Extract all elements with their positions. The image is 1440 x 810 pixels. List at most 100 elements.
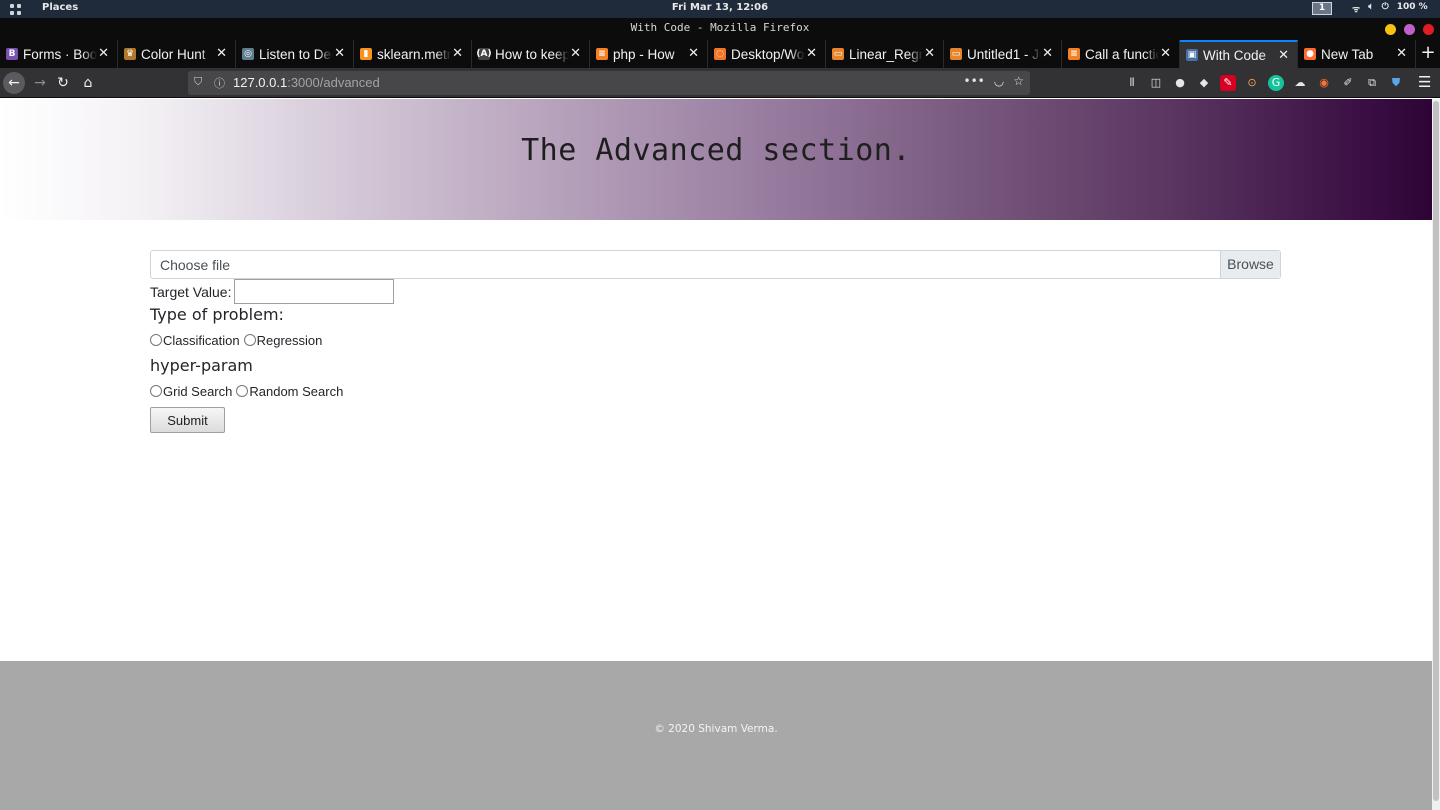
browser-tab[interactable]: ▭ Untitled1 - Jupyter✕ bbox=[944, 40, 1062, 68]
hyper-param-options: Grid Search Random Search bbox=[150, 378, 1281, 404]
footer-copyright: © 2020 Shivam Verma. bbox=[654, 723, 778, 735]
page-actions-icon[interactable]: ••• bbox=[964, 74, 985, 88]
reload-icon: ↻ bbox=[57, 75, 69, 91]
tab-label: With Code bbox=[1203, 47, 1267, 63]
close-tab-icon[interactable]: ✕ bbox=[1278, 48, 1289, 63]
grid-search-radio[interactable] bbox=[150, 385, 162, 397]
close-tab-icon[interactable]: ✕ bbox=[1160, 46, 1171, 61]
tab-label: sklearn.metrics bbox=[377, 46, 451, 62]
browser-tab[interactable]: ▭ Linear_Regression✕ bbox=[826, 40, 944, 68]
close-tab-icon[interactable]: ✕ bbox=[688, 46, 699, 61]
url-text[interactable]: 127.0.0.1:3000/advanced bbox=[233, 75, 380, 90]
browser-tab[interactable]: ≡ php - How ✕ bbox=[590, 40, 708, 68]
window-title: With Code - Mozilla Firefox bbox=[630, 21, 810, 34]
extension-owl-icon[interactable]: ⊙ bbox=[1244, 75, 1260, 91]
tab-label: Listen to Deep bbox=[259, 46, 333, 62]
bookmark-star-icon[interactable]: ☆ bbox=[1013, 74, 1024, 88]
classification-radio[interactable] bbox=[150, 334, 162, 346]
library-icon[interactable]: ⫴ bbox=[1124, 75, 1140, 91]
battery-level: 100 % bbox=[1396, 2, 1428, 12]
system-clock[interactable]: Fri Mar 13, 12:06 bbox=[0, 2, 1440, 13]
tab-label: Forms · Bootstrap bbox=[23, 46, 97, 62]
page-scrollbar[interactable] bbox=[1432, 99, 1440, 810]
extension-shield-icon[interactable]: ⛊ bbox=[1388, 75, 1404, 91]
browser-tab[interactable]: ≡ Call a function✕ bbox=[1062, 40, 1180, 68]
forward-button[interactable]: → bbox=[29, 72, 51, 94]
random-search-label[interactable]: Random Search bbox=[249, 384, 343, 399]
browser-tab[interactable]: ◎ Listen to Deep✕ bbox=[236, 40, 354, 68]
tracking-shield-icon[interactable]: ⛉ bbox=[194, 75, 202, 89]
site-info-icon[interactable]: ⓘ bbox=[214, 75, 225, 91]
volume-icon: 🔈︎ bbox=[1368, 2, 1374, 12]
account-icon[interactable]: ● bbox=[1172, 75, 1188, 91]
system-top-bar: Places Fri Mar 13, 12:06 1 ᯤ 🔈︎ ⏻ 100 % bbox=[0, 0, 1440, 18]
close-tab-icon[interactable]: ✕ bbox=[806, 46, 817, 61]
file-input[interactable]: Choose file Browse bbox=[150, 250, 1281, 279]
maximize-button[interactable] bbox=[1404, 24, 1415, 35]
sidebar-icon[interactable]: ◫ bbox=[1148, 75, 1164, 91]
target-value-input[interactable] bbox=[234, 279, 395, 304]
notebook-icon: ▭ bbox=[950, 48, 962, 60]
grammarly-icon[interactable]: G bbox=[1268, 75, 1284, 91]
close-tab-icon[interactable]: ✕ bbox=[570, 46, 581, 61]
sklearn-icon: ▮ bbox=[360, 48, 372, 60]
arrow-left-icon: ← bbox=[8, 75, 20, 91]
browse-button[interactable]: Browse bbox=[1220, 251, 1280, 278]
page-title: The Advanced section. bbox=[521, 133, 911, 168]
random-search-radio[interactable] bbox=[236, 385, 249, 397]
extension-copy-icon[interactable]: ⧉ bbox=[1364, 75, 1380, 91]
close-tab-icon[interactable]: ✕ bbox=[1396, 46, 1407, 61]
tab-label: How to keep bbox=[495, 46, 569, 62]
hero-banner: The Advanced section. bbox=[0, 99, 1432, 220]
close-window-button[interactable] bbox=[1423, 24, 1434, 35]
workspace-indicator[interactable]: 1 bbox=[1312, 2, 1332, 15]
browser-tab[interactable]: B Forms · Bootstrap✕ bbox=[0, 40, 118, 68]
submit-button[interactable]: Submit bbox=[150, 407, 225, 433]
window-title-bar: With Code - Mozilla Firefox bbox=[0, 18, 1440, 40]
reload-button[interactable]: ↻ bbox=[52, 72, 74, 94]
navigation-toolbar: ← → ↻ ⌂ ⛉ ⓘ 127.0.0.1:3000/advanced ••• … bbox=[0, 68, 1440, 98]
browser-tab[interactable]: ● New Tab ✕ bbox=[1298, 40, 1416, 68]
stackoverflow-icon: ≡ bbox=[596, 48, 608, 60]
hamburger-menu-icon[interactable]: ☰ bbox=[1418, 73, 1431, 91]
extension-dark-icon[interactable]: ◆ bbox=[1196, 75, 1212, 91]
tab-label: Color Hunt bbox=[141, 46, 206, 62]
tab-strip: BForms · Bootstrap✕♛Color Hunt✕◎Listen t… bbox=[0, 40, 1440, 68]
grid-search-label[interactable]: Grid Search bbox=[163, 384, 232, 399]
close-tab-icon[interactable]: ✕ bbox=[924, 46, 935, 61]
url-bar[interactable]: ⛉ ⓘ 127.0.0.1:3000/advanced ••• ◡ ☆ bbox=[188, 71, 1030, 95]
browser-tab[interactable]: ◌ Desktop/Work✕ bbox=[708, 40, 826, 68]
tab-label: Call a function bbox=[1085, 46, 1159, 62]
extension-pen-icon[interactable]: ✐ bbox=[1340, 75, 1356, 91]
problem-type-options: Classification Regression bbox=[150, 327, 1281, 353]
browser-tab[interactable]: ▮ sklearn.metrics✕ bbox=[354, 40, 472, 68]
browser-tab[interactable]: ♛ Color Hunt ✕ bbox=[118, 40, 236, 68]
regression-radio[interactable] bbox=[243, 334, 256, 346]
system-tray[interactable]: ᯤ 🔈︎ ⏻ 100 % bbox=[1352, 2, 1428, 15]
regression-label[interactable]: Regression bbox=[257, 333, 323, 348]
back-button[interactable]: ← bbox=[3, 72, 25, 94]
url-host: 127.0.0.1 bbox=[233, 75, 288, 90]
close-tab-icon[interactable]: ✕ bbox=[216, 46, 227, 61]
close-tab-icon[interactable]: ✕ bbox=[334, 46, 345, 61]
tab-label: php - How bbox=[613, 46, 675, 62]
classification-label[interactable]: Classification bbox=[163, 333, 240, 348]
scrollbar-thumb[interactable] bbox=[1433, 101, 1439, 801]
home-button[interactable]: ⌂ bbox=[77, 72, 99, 94]
extension-orange-icon[interactable]: ◉ bbox=[1316, 75, 1332, 91]
extension-red-icon[interactable]: ✎ bbox=[1220, 75, 1236, 91]
jupyter-icon: ◌ bbox=[714, 48, 726, 60]
pocket-icon[interactable]: ◡ bbox=[994, 74, 1004, 88]
new-tab-button[interactable]: + bbox=[1416, 40, 1440, 68]
tab-label: Untitled1 - Jupyter bbox=[967, 46, 1041, 62]
browser-tab[interactable]: (A) How to keep ✕ bbox=[472, 40, 590, 68]
minimize-button[interactable] bbox=[1385, 24, 1396, 35]
close-tab-icon[interactable]: ✕ bbox=[452, 46, 463, 61]
window-controls bbox=[1385, 24, 1434, 35]
browser-tab[interactable]: ▣ With Code ✕ bbox=[1180, 40, 1298, 68]
close-tab-icon[interactable]: ✕ bbox=[1042, 46, 1053, 61]
power-icon: ⏻ bbox=[1381, 2, 1389, 12]
close-tab-icon[interactable]: ✕ bbox=[98, 46, 109, 61]
bootstrap-icon: B bbox=[6, 48, 18, 60]
extension-cloud-icon[interactable]: ☁ bbox=[1292, 75, 1308, 91]
